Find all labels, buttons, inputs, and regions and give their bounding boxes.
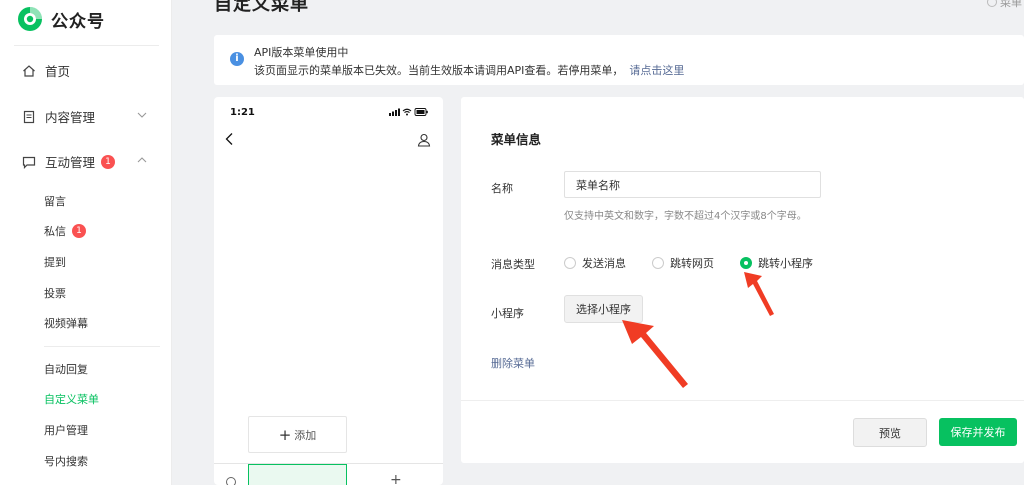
chevron-down-icon[interactable] — [137, 110, 147, 120]
signal-wifi-battery-icon — [389, 108, 428, 116]
sidebar-item-auto-reply[interactable]: 自动回复 — [44, 361, 88, 377]
document-icon — [23, 110, 35, 123]
phone-menu-bar: + — [214, 463, 443, 485]
sidebar-item-label: 自定义菜单 — [44, 393, 99, 406]
menu-name-input[interactable] — [564, 171, 821, 198]
delete-menu-link[interactable]: 删除菜单 — [491, 355, 535, 371]
notice-title: API版本菜单使用中 — [254, 46, 349, 59]
radio-jump-mini-program[interactable]: 跳转小程序 — [740, 255, 813, 271]
sidebar-item-label: 号内搜索 — [44, 455, 88, 468]
notification-badge: 1 — [101, 154, 116, 169]
divider — [14, 45, 159, 46]
brand-name: 公众号 — [51, 11, 105, 32]
radio-label: 发送消息 — [582, 257, 626, 270]
chevron-up-icon[interactable] — [137, 155, 147, 165]
sidebar-item-label: 内容管理 — [45, 110, 96, 125]
menu-toggle[interactable]: 菜单 — [987, 0, 1022, 10]
add-label: 添加 — [294, 428, 317, 442]
page-title: 自定义菜单 — [214, 0, 309, 15]
sidebar-item-label: 自动回复 — [44, 363, 88, 376]
radio-send-message[interactable]: 发送消息 — [564, 255, 626, 271]
save-and-publish-button[interactable]: 保存并发布 — [939, 418, 1017, 446]
api-notice: i API版本菜单使用中 该页面显示的菜单版本已失效。当前生效版本请调用API查… — [214, 35, 1024, 85]
sidebar-item-label: 视频弹幕 — [44, 317, 88, 330]
sidebar-item-home[interactable]: 首页 — [22, 61, 70, 80]
sidebar-item-in-account-search[interactable]: 号内搜索 — [44, 453, 88, 469]
status-time: 1:21 — [230, 107, 255, 118]
name-hint: 仅支持中英文和数字，字数不超过4个汉字或8个字母。 — [564, 211, 807, 222]
keyboard-icon[interactable] — [224, 476, 238, 485]
sidebar-item-label: 留言 — [44, 195, 66, 208]
sidebar-item-messages[interactable]: 私信 1 — [44, 223, 86, 239]
back-arrow-icon[interactable] — [224, 132, 236, 146]
plus-icon: + — [278, 425, 292, 444]
brand[interactable]: 公众号 — [17, 6, 105, 32]
divider — [461, 400, 1024, 401]
click-here-link[interactable]: 请点击这里 — [629, 64, 684, 77]
sidebar: 公众号 首页 内容管理 互动管理 1 留言 私信 1 提到 投票 视频弹幕 自动回… — [0, 0, 172, 485]
sidebar-item-comments[interactable]: 留言 — [44, 193, 66, 209]
info-icon: i — [230, 52, 244, 66]
menu-toggle-label: 菜单 — [1000, 0, 1022, 9]
sidebar-item-video-danmaku[interactable]: 视频弹幕 — [44, 315, 88, 331]
sidebar-item-mentions[interactable]: 提到 — [44, 254, 66, 270]
sidebar-item-custom-menu[interactable]: 自定义菜单 — [44, 391, 99, 407]
sidebar-item-votes[interactable]: 投票 — [44, 285, 66, 301]
radio-icon — [987, 0, 997, 7]
radio-circle — [564, 257, 576, 269]
notice-text: 该页面显示的菜单版本已失效。当前生效版本请调用API查看。若停用菜单， — [254, 64, 624, 77]
preview-button[interactable]: 预览 — [853, 418, 927, 447]
user-icon[interactable] — [417, 133, 431, 147]
notice-body: 该页面显示的菜单版本已失效。当前生效版本请调用API查看。若停用菜单， 请点击这里 — [254, 62, 684, 78]
sidebar-item-label: 提到 — [44, 256, 66, 269]
sidebar-item-content[interactable]: 内容管理 — [22, 107, 95, 126]
divider — [44, 346, 160, 347]
annotation-arrow-icon — [744, 272, 774, 316]
sidebar-item-label: 私信 — [44, 225, 66, 238]
menu-slot-active[interactable] — [248, 464, 347, 485]
sidebar-item-label: 投票 — [44, 287, 66, 300]
notification-badge: 1 — [72, 224, 86, 238]
sidebar-item-label: 首页 — [45, 64, 71, 79]
status-bar-icons — [389, 107, 429, 117]
home-icon — [23, 64, 35, 77]
name-label: 名称 — [491, 182, 513, 195]
mini-program-label: 小程序 — [491, 307, 524, 320]
wechat-logo-icon — [18, 7, 42, 31]
radio-circle — [652, 257, 664, 269]
section-title: 菜单信息 — [491, 132, 542, 147]
annotation-arrow-icon — [622, 320, 688, 388]
sidebar-item-interaction[interactable]: 互动管理 1 — [22, 152, 116, 171]
radio-jump-webpage[interactable]: 跳转网页 — [652, 255, 714, 271]
sidebar-item-user-management[interactable]: 用户管理 — [44, 422, 88, 438]
phone-preview: 1:21 + 添加 + — [214, 97, 443, 485]
add-submenu-button[interactable]: + 添加 — [248, 416, 347, 453]
message-type-radio-group: 发送消息 跳转网页 跳转小程序 — [564, 255, 839, 271]
sidebar-item-label: 互动管理 — [45, 155, 96, 170]
radio-circle-selected — [740, 257, 752, 269]
radio-label: 跳转网页 — [670, 257, 714, 270]
message-type-label: 消息类型 — [491, 258, 535, 271]
radio-label: 跳转小程序 — [758, 257, 813, 270]
message-icon — [22, 156, 36, 169]
add-menu-icon[interactable]: + — [390, 472, 402, 485]
sidebar-item-label: 用户管理 — [44, 424, 88, 437]
